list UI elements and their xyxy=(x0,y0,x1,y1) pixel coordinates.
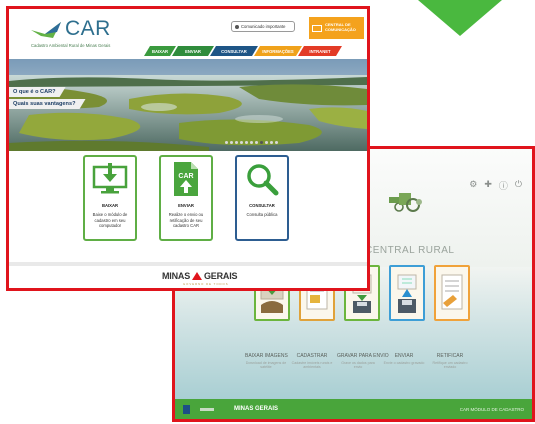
site-header: CAR Cadastro Ambiental Rural de Minas Ge… xyxy=(9,9,367,59)
mail-icon xyxy=(312,24,322,32)
service-cards: BAIXAR Baixe o módulo de cadastro em seu… xyxy=(83,155,289,241)
upload-document-icon: CAR xyxy=(165,161,207,197)
card-title: BAIXAR xyxy=(101,203,119,208)
action-label: ENVIAR Envie o cadastro gravado xyxy=(383,353,425,365)
card-description: Realize o envio ou retificação de seu ca… xyxy=(168,212,204,229)
app-footer-logo-mark xyxy=(183,404,190,414)
send-disk-icon xyxy=(397,274,417,313)
banner-link-advantages[interactable]: Quais suas vantagens? xyxy=(9,99,86,109)
settings-icon[interactable]: ⚙ xyxy=(469,179,477,192)
important-notice-button[interactable]: Comunicado importante xyxy=(231,21,295,32)
hero-banner: O que é o CAR? Quais suas vantagens? xyxy=(9,59,367,151)
minas-gerais-logo[interactable]: MINAS GERAIS xyxy=(162,271,238,281)
carousel-dot[interactable] xyxy=(255,141,258,144)
action-label: BAIXAR IMAGENS Download de imagens de sa… xyxy=(245,353,288,370)
footer-app-name: CAR MÓDULO DE CADASTRO xyxy=(459,406,524,412)
nav-enviar[interactable]: ENVIAR xyxy=(172,46,214,56)
carousel-dot[interactable] xyxy=(235,141,238,144)
banner-link-what-is-car[interactable]: O que é o CAR? xyxy=(9,87,66,97)
carousel-dot[interactable] xyxy=(270,141,273,144)
carousel-dot[interactable] xyxy=(250,141,253,144)
logo-tagline: GOVERNO DE TODOS xyxy=(183,282,229,286)
info-icon[interactable]: ⓘ xyxy=(499,179,508,192)
notice-icon xyxy=(235,24,239,29)
website-window: CAR Cadastro Ambiental Rural de Minas Ge… xyxy=(6,6,370,291)
content-divider xyxy=(9,262,367,266)
carousel-dot[interactable] xyxy=(265,141,268,144)
carousel-dot[interactable] xyxy=(240,141,243,144)
action-label: RETIFICAR Retifique um cadastro enviado xyxy=(432,353,468,370)
logo-part-gerais: GERAIS xyxy=(204,271,238,281)
composite-screenshot: ⚙ ✚ ⓘ ⏻ CENTRAL RURAL BAIXAR IMAGENS Dow… xyxy=(0,0,535,424)
action-label: GRAVAR PARA ENVIO Grave os dados para en… xyxy=(337,353,389,370)
down-arrow-icon xyxy=(418,0,502,36)
app-footer: MINAS GERAIS CAR MÓDULO DE CADASTRO xyxy=(175,399,532,419)
app-title: CENTRAL RURAL xyxy=(365,245,455,256)
card-description: Consulta pública xyxy=(246,212,278,217)
action-label: CADASTRAR Cadastre imóveis rurais e ambi… xyxy=(291,353,333,370)
download-card[interactable]: BAIXAR Baixe o módulo de cadastro em seu… xyxy=(83,155,137,241)
notice-label: Comunicado importante xyxy=(241,24,286,29)
power-icon[interactable]: ⏻ xyxy=(515,179,522,192)
rectify-card[interactable] xyxy=(434,265,470,321)
send-card[interactable] xyxy=(389,265,425,321)
triangle-emblem-icon xyxy=(192,272,202,280)
carousel-dots xyxy=(225,141,278,144)
carousel-dot[interactable] xyxy=(225,141,228,144)
main-nav: BAIXAR ENVIAR CONSULTAR INFORMAÇÕES INTR… xyxy=(144,46,342,56)
tractor-icon xyxy=(389,193,422,212)
edit-document-icon xyxy=(441,274,463,310)
nav-baixar[interactable]: BAIXAR xyxy=(144,46,176,56)
logo-subtitle: Cadastro Ambiental Rural de Minas Gerais xyxy=(31,43,111,48)
communication-center-button[interactable]: CENTRAL DE COMUNICAÇÃO xyxy=(309,17,364,39)
carousel-dot[interactable] xyxy=(245,141,248,144)
card-title: ENVIAR xyxy=(178,203,194,208)
nav-intranet[interactable]: INTRANET xyxy=(298,46,342,56)
carousel-dot[interactable] xyxy=(230,141,233,144)
download-monitor-icon xyxy=(89,161,131,197)
plus-icon[interactable]: ✚ xyxy=(484,179,492,192)
car-logo[interactable]: CAR Cadastro Ambiental Rural de Minas Ge… xyxy=(29,17,121,52)
nav-informacoes[interactable]: INFORMAÇÕES xyxy=(254,46,302,56)
site-content: BAIXAR Baixe o módulo de cadastro em seu… xyxy=(9,151,367,288)
communication-center-label: CENTRAL DE COMUNICAÇÃO xyxy=(325,22,356,32)
logo-brand: CAR xyxy=(65,17,111,40)
carousel-dot-active[interactable] xyxy=(260,141,263,144)
logo-part-minas: MINAS xyxy=(162,271,190,281)
carousel-dot[interactable] xyxy=(275,141,278,144)
svg-text:CAR: CAR xyxy=(178,173,193,180)
send-card[interactable]: CAR ENVIAR Realize o envio ou retificaçã… xyxy=(159,155,213,241)
app-action-labels: BAIXAR IMAGENS Download de imagens de sa… xyxy=(245,353,471,370)
consult-card[interactable]: CONSULTAR Consulta pública xyxy=(235,155,289,241)
bird-logo-icon xyxy=(31,22,61,38)
footer-divider xyxy=(200,407,214,411)
card-title: CONSULTAR xyxy=(249,203,275,208)
footer-logo: MINAS GERAIS xyxy=(234,406,279,412)
magnifier-icon xyxy=(241,161,283,197)
nav-consultar[interactable]: CONSULTAR xyxy=(210,46,258,56)
card-description: Baixe o módulo de cadastro em seu comput… xyxy=(92,212,128,229)
